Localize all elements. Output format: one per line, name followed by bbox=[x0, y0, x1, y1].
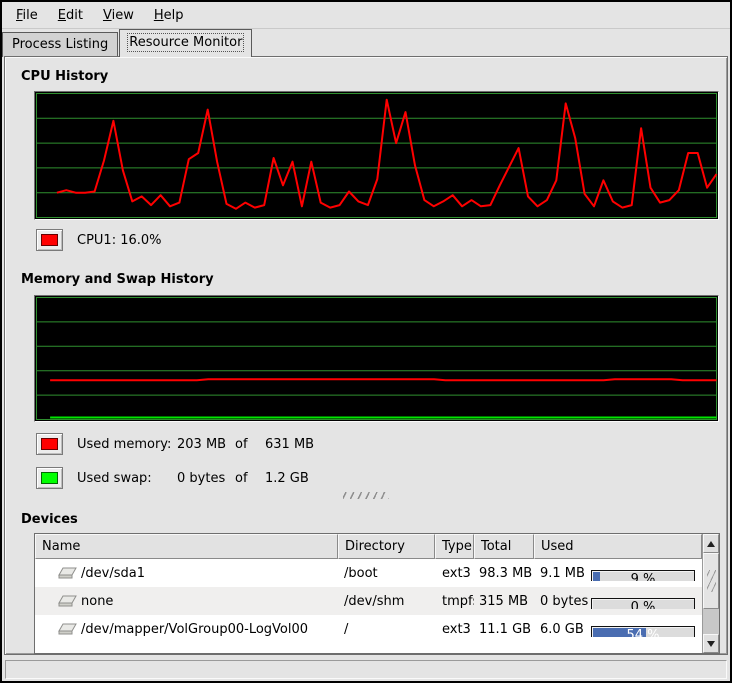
device-total: 11.1 GB bbox=[474, 622, 534, 637]
tab-bar: Process Listing Resource Monitor bbox=[2, 30, 253, 57]
swap-color-swatch-button[interactable] bbox=[36, 467, 63, 489]
table-row[interactable]: /dev/mapper/VolGroup00-LogVol00 / ext3 1… bbox=[35, 615, 702, 643]
menu-view[interactable]: View bbox=[93, 4, 144, 27]
device-total: 315 MB bbox=[474, 594, 534, 609]
tab-process-listing-label: Process Listing bbox=[12, 37, 108, 52]
arrow-down-icon bbox=[707, 641, 715, 647]
devices-title: Devices bbox=[21, 512, 78, 527]
tab-resource-monitor[interactable]: Resource Monitor bbox=[119, 29, 252, 57]
memory-total-value: 631 MB bbox=[265, 437, 314, 452]
table-row[interactable]: none /dev/shm tmpfs 315 MB 0 bytes 0 % bbox=[35, 587, 702, 615]
usage-percent-label: 0 % bbox=[592, 599, 694, 609]
scrollbar-thumb[interactable] bbox=[703, 553, 719, 609]
device-used-cell: 9.1 MB 9 % bbox=[534, 566, 702, 581]
menu-bar: File Edit View Help bbox=[2, 2, 730, 29]
scroll-up-button[interactable] bbox=[703, 534, 719, 553]
harddisk-icon bbox=[57, 566, 78, 581]
menu-file[interactable]: File bbox=[6, 4, 48, 27]
devices-table: Name Directory Type Total Used /dev/sda1 bbox=[35, 534, 702, 653]
usage-percent-label: 9 % bbox=[592, 571, 694, 581]
column-header-used[interactable]: Used bbox=[534, 534, 702, 559]
memory-color-swatch bbox=[41, 438, 58, 450]
device-directory: / bbox=[338, 622, 435, 637]
device-used: 6.0 GB bbox=[540, 622, 584, 637]
cpu-history-title: CPU History bbox=[21, 69, 108, 84]
harddisk-icon bbox=[57, 622, 78, 637]
scrollbar-grip-icon bbox=[707, 570, 716, 592]
memory-legend-text: Used memory: 203 MB of 631 MB bbox=[77, 437, 314, 452]
device-used: 0 bytes bbox=[540, 594, 588, 609]
menu-help[interactable]: Help bbox=[144, 4, 194, 27]
device-name: none bbox=[81, 594, 113, 609]
memory-swap-chart bbox=[34, 295, 719, 422]
menu-edit[interactable]: Edit bbox=[48, 4, 93, 27]
harddisk-icon bbox=[57, 594, 78, 609]
device-used: 9.1 MB bbox=[540, 566, 585, 581]
cpu-color-swatch-button[interactable] bbox=[36, 229, 63, 251]
column-header-name[interactable]: Name bbox=[35, 534, 338, 559]
device-type: ext3 bbox=[435, 566, 474, 581]
scroll-down-button[interactable] bbox=[703, 634, 719, 653]
resource-monitor-page: CPU History CPU1: 16.0% Memory and Swap … bbox=[4, 56, 728, 655]
tab-process-listing[interactable]: Process Listing bbox=[2, 32, 118, 57]
swap-color-swatch bbox=[41, 472, 58, 484]
swap-of-text: of bbox=[235, 471, 265, 486]
device-directory: /dev/shm bbox=[338, 594, 435, 609]
usage-progress-bar: 9 % bbox=[591, 570, 695, 581]
cpu-color-swatch bbox=[41, 234, 58, 246]
column-header-type[interactable]: Type bbox=[435, 534, 474, 559]
memory-history-title: Memory and Swap History bbox=[21, 272, 214, 287]
memory-legend-label: Used memory: bbox=[77, 437, 177, 452]
scrollbar-trough[interactable] bbox=[703, 609, 719, 634]
device-used-cell: 6.0 GB 54 % bbox=[534, 622, 702, 637]
memory-used-value: 203 MB bbox=[177, 437, 235, 452]
memory-of-text: of bbox=[235, 437, 265, 452]
usage-progress-bar: 0 % bbox=[591, 598, 695, 609]
column-header-directory[interactable]: Directory bbox=[338, 534, 435, 559]
device-name: /dev/sda1 bbox=[81, 566, 145, 581]
arrow-up-icon bbox=[707, 541, 715, 547]
tab-resource-monitor-label: Resource Monitor bbox=[129, 35, 242, 50]
usage-progress-bar: 54 % bbox=[591, 626, 695, 637]
pane-resize-handle[interactable] bbox=[343, 492, 389, 499]
column-header-total[interactable]: Total bbox=[474, 534, 534, 559]
swap-total-value: 1.2 GB bbox=[265, 471, 309, 486]
devices-table-header: Name Directory Type Total Used bbox=[35, 534, 702, 559]
swap-used-value: 0 bytes bbox=[177, 471, 235, 486]
swap-legend-label: Used swap: bbox=[77, 471, 177, 486]
vertical-scrollbar[interactable] bbox=[702, 534, 719, 653]
device-directory: /boot bbox=[338, 566, 435, 581]
swap-legend-row: Used swap: 0 bytes of 1.2 GB bbox=[36, 466, 309, 490]
status-bar bbox=[5, 660, 727, 679]
app-window: File Edit View Help Process Listing Reso… bbox=[0, 0, 732, 683]
device-type: tmpfs bbox=[435, 594, 474, 609]
device-total: 98.3 MB bbox=[474, 566, 534, 581]
device-type: ext3 bbox=[435, 622, 474, 637]
cpu-legend-row: CPU1: 16.0% bbox=[36, 228, 162, 252]
table-row[interactable]: /dev/sda1 /boot ext3 98.3 MB 9.1 MB 9 % bbox=[35, 559, 702, 587]
devices-table-frame: Name Directory Type Total Used /dev/sda1 bbox=[34, 533, 720, 654]
usage-percent-label: 54 % bbox=[592, 627, 694, 637]
swap-legend-text: Used swap: 0 bytes of 1.2 GB bbox=[77, 471, 309, 486]
cpu-legend-label: CPU1: 16.0% bbox=[77, 233, 162, 248]
device-used-cell: 0 bytes 0 % bbox=[534, 594, 702, 609]
device-name: /dev/mapper/VolGroup00-LogVol00 bbox=[81, 622, 308, 637]
memory-legend-row: Used memory: 203 MB of 631 MB bbox=[36, 432, 314, 456]
memory-color-swatch-button[interactable] bbox=[36, 433, 63, 455]
cpu-history-chart bbox=[34, 91, 719, 220]
